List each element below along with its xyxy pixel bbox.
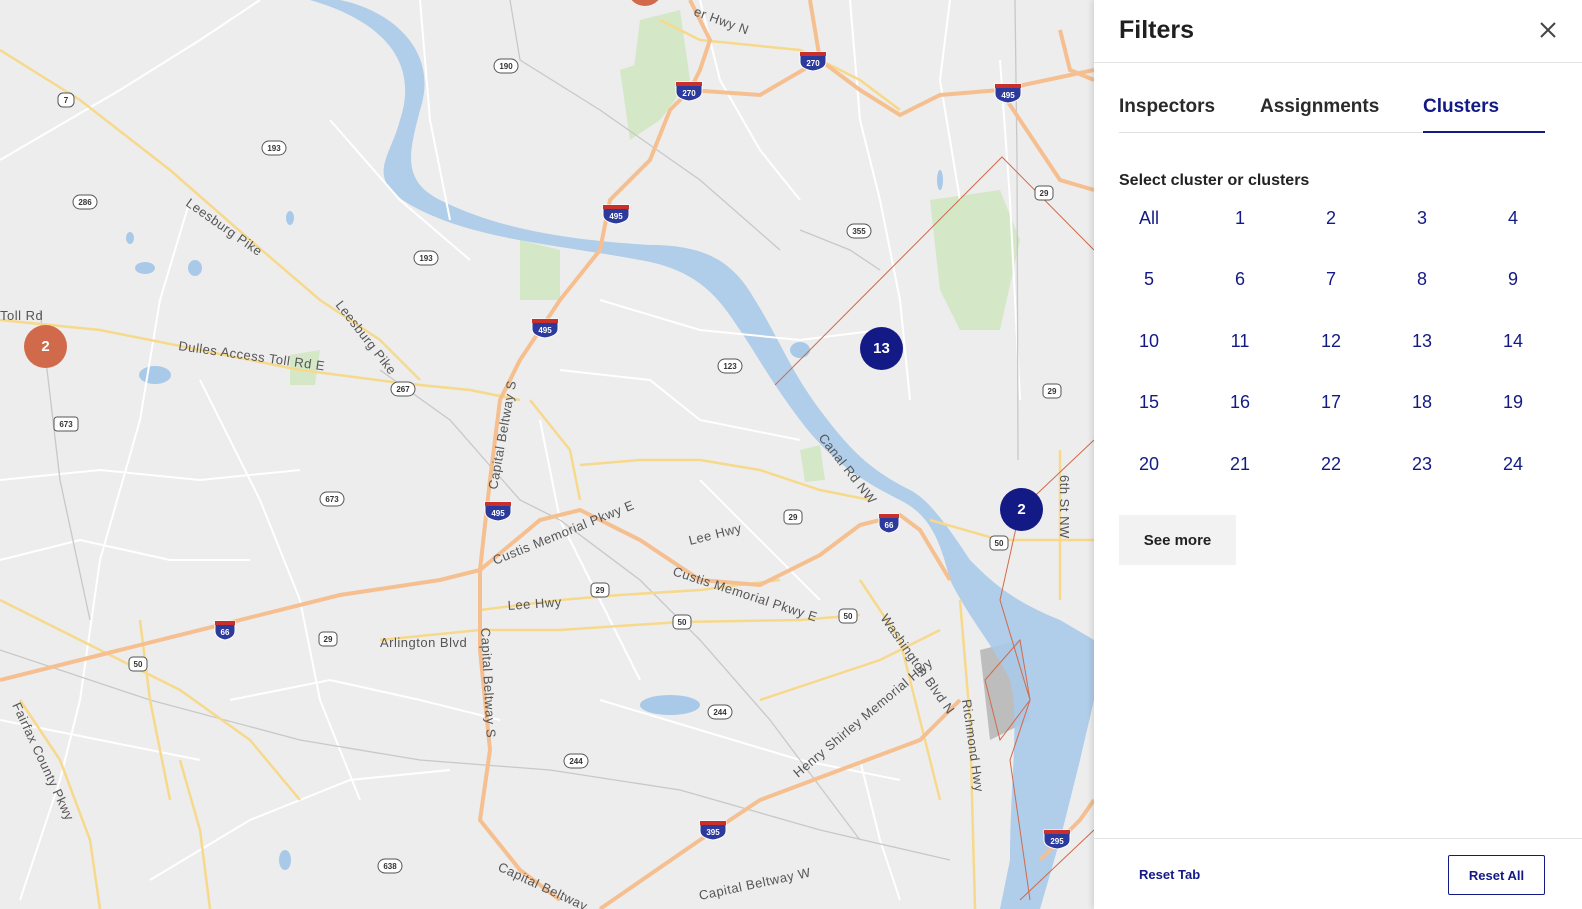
svg-text:29: 29 — [1040, 189, 1049, 198]
svg-text:29: 29 — [324, 635, 333, 644]
svg-text:638: 638 — [383, 862, 397, 871]
tab-clusters[interactable]: Clusters — [1423, 96, 1499, 118]
svg-text:270: 270 — [682, 89, 696, 98]
reset-all-button[interactable]: Reset All — [1448, 855, 1545, 895]
cluster-option[interactable]: 4 — [1483, 201, 1543, 235]
cluster-option[interactable]: 2 — [1301, 201, 1361, 235]
svg-text:270: 270 — [806, 59, 820, 68]
svg-text:395: 395 — [706, 828, 720, 837]
filter-tabs: Inspectors Assignments Clusters — [1119, 86, 1545, 133]
reset-tab-button[interactable]: Reset Tab — [1139, 867, 1200, 882]
road-label: er Hwy N — [692, 4, 751, 38]
svg-text:50: 50 — [678, 618, 687, 627]
svg-text:495: 495 — [491, 509, 505, 518]
active-tab-indicator — [1423, 131, 1545, 133]
cluster-option[interactable]: 23 — [1392, 447, 1452, 481]
cluster-option[interactable]: 13 — [1392, 324, 1452, 358]
svg-text:495: 495 — [538, 326, 552, 335]
close-icon — [1540, 22, 1556, 38]
cluster-option[interactable]: 3 — [1392, 201, 1452, 235]
cluster-option[interactable]: 6 — [1210, 262, 1270, 296]
panel-footer: Reset Tab Reset All — [1094, 838, 1582, 909]
map-cluster-marker[interactable]: 13 — [860, 327, 903, 370]
svg-text:123: 123 — [723, 362, 737, 371]
cluster-option[interactable]: 21 — [1210, 447, 1270, 481]
cluster-option[interactable]: 16 — [1210, 385, 1270, 419]
road-label: Leesburg Pike — [333, 298, 400, 378]
tab-inspectors[interactable]: Inspectors — [1119, 96, 1215, 118]
section-label: Select cluster or clusters — [1119, 172, 1310, 189]
cluster-option[interactable]: 15 — [1119, 385, 1179, 419]
svg-text:50: 50 — [844, 612, 853, 621]
svg-text:50: 50 — [134, 660, 143, 669]
cluster-option[interactable]: 10 — [1119, 324, 1179, 358]
close-button[interactable] — [1536, 18, 1560, 42]
cluster-option[interactable]: 14 — [1483, 324, 1543, 358]
tab-assignments[interactable]: Assignments — [1260, 96, 1379, 118]
cluster-option[interactable]: 20 — [1119, 447, 1179, 481]
cluster-option[interactable]: 8 — [1392, 262, 1452, 296]
map-svg: Toll Rd Dulles Access Toll Rd E Leesburg… — [0, 0, 1096, 909]
road-label: Capital Beltway — [496, 859, 590, 909]
road-label: Lee Hwy — [507, 594, 562, 613]
map-cluster-marker[interactable]: 2 — [24, 325, 67, 368]
minor-roads — [0, 0, 1021, 901]
svg-text:7: 7 — [64, 96, 69, 105]
road-label: Custis Memorial Pkwy E — [491, 497, 637, 568]
svg-text:295: 295 — [1050, 837, 1064, 846]
road-label: Lee Hwy — [687, 520, 743, 548]
panel-title: Filters — [1119, 16, 1195, 44]
see-more-button[interactable]: See more — [1119, 515, 1236, 565]
cluster-option[interactable]: 22 — [1301, 447, 1361, 481]
road-label: Richmond Hwy — [959, 698, 987, 793]
cluster-option[interactable]: 7 — [1301, 262, 1361, 296]
road-label: 6th St NW — [1057, 475, 1072, 539]
svg-text:495: 495 — [1001, 91, 1015, 100]
map-cluster-marker[interactable]: 2 — [1000, 488, 1043, 531]
cluster-option[interactable]: 12 — [1301, 324, 1361, 358]
svg-text:244: 244 — [713, 708, 727, 717]
route-shields: 190 7 193 193 286 267 673 673 123 355 29… — [53, 58, 1062, 874]
road-label: Fairfax County Pkwy — [9, 700, 77, 823]
cluster-option[interactable]: 9 — [1483, 262, 1543, 296]
cluster-option[interactable]: 17 — [1301, 385, 1361, 419]
svg-text:193: 193 — [419, 254, 433, 263]
svg-text:673: 673 — [325, 495, 339, 504]
svg-text:190: 190 — [499, 62, 513, 71]
cluster-option-all[interactable]: All — [1119, 201, 1179, 235]
svg-text:355: 355 — [852, 227, 866, 236]
svg-text:50: 50 — [995, 539, 1004, 548]
svg-text:673: 673 — [59, 420, 73, 429]
road-label: Capital Beltway W — [698, 865, 813, 903]
road-label: Toll Rd — [0, 308, 43, 323]
svg-text:66: 66 — [885, 521, 894, 530]
svg-text:495: 495 — [609, 212, 623, 221]
panel-header: Filters — [1094, 0, 1582, 63]
cluster-option[interactable]: 11 — [1210, 324, 1270, 358]
map-marker-partial[interactable] — [627, 0, 663, 6]
cluster-option[interactable]: 18 — [1392, 385, 1452, 419]
road-label: Capital Beltway S — [478, 627, 499, 738]
interstate-shields: 270 270 495 495 495 495 66 66 395 295 — [214, 51, 1071, 850]
cluster-option[interactable]: 24 — [1483, 447, 1543, 481]
arterial-roads — [0, 18, 1094, 909]
svg-text:244: 244 — [569, 757, 583, 766]
svg-text:29: 29 — [596, 586, 605, 595]
road-label: Custis Memorial Pkwy E — [671, 564, 819, 625]
svg-text:66: 66 — [221, 628, 230, 637]
cluster-option[interactable]: 19 — [1483, 385, 1543, 419]
svg-text:286: 286 — [78, 198, 92, 207]
road-label: Arlington Blvd — [380, 635, 467, 650]
road-label: Leesburg Pike — [183, 195, 265, 259]
filters-panel: Filters Inspectors Assignments Clusters … — [1094, 0, 1582, 909]
svg-text:193: 193 — [267, 144, 281, 153]
svg-text:29: 29 — [1048, 387, 1057, 396]
svg-text:29: 29 — [789, 513, 798, 522]
road-label: Dulles Access Toll Rd E — [178, 338, 326, 373]
svg-text:267: 267 — [396, 385, 410, 394]
road-label: Capital Beltway S — [485, 379, 519, 490]
cluster-option[interactable]: 1 — [1210, 201, 1270, 235]
cluster-option[interactable]: 5 — [1119, 262, 1179, 296]
